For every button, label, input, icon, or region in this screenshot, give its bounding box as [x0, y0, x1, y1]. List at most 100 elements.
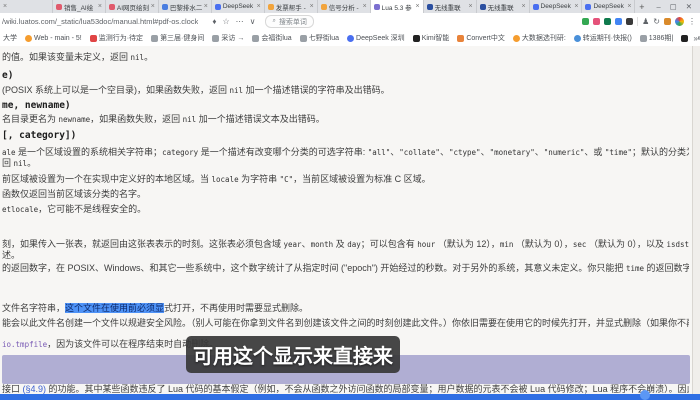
tab-favicon-icon [162, 4, 168, 10]
new-tab-button[interactable]: + [635, 0, 648, 13]
tab-close-icon[interactable]: × [574, 3, 578, 10]
text-segment: ，如果函数失败，返回 [90, 114, 183, 124]
menu-kebab-icon[interactable]: ⋮ [688, 17, 696, 26]
text-segment: 是一个区域设置的系统相关字符串； [16, 147, 163, 157]
text-segment: 及 [333, 239, 347, 249]
bookmark-item[interactable]: 七野街lua [300, 33, 339, 43]
bookmark-item[interactable]: 1386期| [640, 33, 673, 43]
address-bar: /wiki.luatos.com/_static/lua53doc/manual… [0, 13, 700, 31]
pin-icon[interactable]: ♦ [212, 17, 216, 26]
tab-close-icon[interactable]: × [416, 3, 420, 10]
sync-icon[interactable]: ↻ [653, 18, 660, 26]
extension-icon[interactable] [615, 18, 622, 25]
text-segment: 、 [481, 147, 490, 157]
text-segment: day [347, 240, 361, 249]
bookmark-item[interactable]: Convert中文 [457, 33, 505, 43]
tab-label: 销售_AI绘 [64, 2, 96, 12]
text-segment: year [284, 240, 302, 249]
tab-close-icon[interactable]: × [3, 3, 7, 10]
tab-close-icon[interactable]: × [468, 3, 472, 10]
content-line: ale 是一个区域设置的系统相关字符串；category 是一个描述有改变哪个分… [2, 147, 689, 158]
extension-icon[interactable] [604, 18, 611, 25]
tab-close-icon[interactable]: × [310, 3, 314, 10]
tab-favicon-icon [374, 4, 380, 10]
text-segment: nil [183, 115, 197, 124]
bookmark-item[interactable]: 会福街lua [252, 33, 291, 43]
text-segment: nil [230, 86, 244, 95]
chevron-down-icon[interactable]: ∨ [250, 17, 256, 26]
bookmark-item[interactable]: Kimi智能 [413, 33, 450, 43]
extension-icon[interactable] [626, 18, 633, 25]
tab-close-icon[interactable]: × [521, 3, 525, 10]
tab-favicon-icon [109, 4, 115, 10]
bookmark-item[interactable]: Web - main - 5! [25, 33, 82, 43]
tab-close-icon[interactable]: × [98, 3, 102, 10]
tab-close-icon[interactable]: × [151, 3, 155, 10]
tab-label: Lua 5.3 参 [382, 2, 414, 12]
url-text[interactable]: /wiki.luatos.com/_static/lua53doc/manual… [0, 17, 198, 26]
profile-avatar[interactable] [675, 17, 684, 26]
extension-icons [582, 18, 633, 25]
browser-tab[interactable]: 信号分析 -× [318, 0, 371, 13]
bookmark-favicon-icon [212, 35, 219, 42]
browser-tab[interactable]: DeepSeek× [212, 0, 265, 13]
more-actions-icon[interactable]: ⋯ [236, 17, 244, 26]
tab-close-icon[interactable]: × [204, 3, 208, 10]
browser-tab[interactable]: DeepSeek× [530, 0, 583, 13]
text-segment: 的功能。其中某些函数违反了 Lua 代码的基本假定（例如，不会从函数之外访问函数… [46, 384, 689, 394]
extension-icon[interactable] [582, 18, 589, 25]
extension-icon[interactable] [593, 18, 600, 25]
tab-label: 巴黎排水二. [170, 2, 202, 12]
tab-close-icon[interactable]: × [257, 3, 261, 10]
bookmark-item[interactable]: DeepSeek 深圳 [347, 33, 405, 43]
text-segment: 前区域被设置为一个在实现中定义好的本地区域。当 [2, 174, 212, 184]
browser-tab[interactable]: 发票帮手 -× [265, 0, 318, 13]
browser-tab[interactable]: 巴黎排水二.× [159, 0, 212, 13]
minimize-button-icon[interactable]: – [656, 2, 660, 11]
browser-tab[interactable]: DeepSeek× [582, 0, 635, 13]
bookmark-favicon-icon [347, 35, 354, 42]
window-controls: – ▢ ✕ [648, 0, 700, 13]
bookmark-lead-text[interactable]: 大学 [3, 33, 17, 43]
text-segment: ；可以包含有 [361, 239, 418, 249]
text-segment: sec [573, 240, 587, 249]
video-progress-knob[interactable] [640, 390, 650, 400]
inline-link[interactable]: io.tmpfile [2, 340, 47, 349]
tab-close-icon[interactable]: × [363, 3, 367, 10]
content-line: 的值。如果该变量未定义，返回 nil。 [2, 52, 689, 63]
tab-favicon-icon [427, 4, 433, 10]
inline-link[interactable]: (§4.9) [23, 384, 47, 394]
text-segment: "numeric" [544, 148, 585, 157]
maximize-button-icon[interactable]: ▢ [670, 2, 677, 11]
browser-tab[interactable]: 无线重联× [424, 0, 477, 13]
close-button-icon[interactable]: ✕ [686, 2, 692, 11]
bookmark-item[interactable]: 第三届·健身间 [151, 33, 204, 43]
video-progress-bar[interactable] [0, 394, 700, 400]
puzzle-extension-icon[interactable]: ♟ [642, 18, 649, 26]
scrollbar[interactable] [692, 46, 700, 394]
bookmark-item[interactable]: 大数据选刊研: [513, 33, 566, 43]
text-segment: "ctype" [449, 148, 481, 157]
text-segment: 加一个描述错误文本及出错码。 [196, 114, 325, 124]
tab-close-icon[interactable]: × [627, 3, 631, 10]
bookmark-favicon-icon [681, 35, 688, 42]
browser-tab[interactable]: 销售_AI绘× [53, 0, 106, 13]
content-line: 回 nil。 [2, 158, 689, 169]
bookmark-item[interactable]: 采访 → [212, 33, 244, 43]
briefcase-icon[interactable] [664, 18, 671, 25]
search-input[interactable]: ⌕ 搜索单词 [265, 15, 313, 28]
bookmark-label: 第三届·健身间 [160, 33, 204, 43]
browser-tab[interactable]: AI网页绘刻× [106, 0, 159, 13]
subtitle-text: 可用这个显示来直接来 [193, 340, 393, 369]
bookmark-item[interactable]: 监测行为·待定 [90, 33, 143, 43]
content-line: etlocale，它可能不是线程安全的。 [2, 204, 689, 215]
browser-tab[interactable]: 无线重联× [477, 0, 530, 13]
bookmark-label: 1386期| [649, 33, 673, 43]
bookmarks-overflow-chevron[interactable]: » [690, 30, 698, 46]
browser-tab[interactable]: × [0, 0, 53, 13]
browser-tab[interactable]: Lua 5.3 参× [371, 0, 424, 13]
text-segment: 、 [535, 147, 544, 157]
bookmark-star-icon[interactable]: ☆ [222, 17, 229, 26]
bookmark-item[interactable]: 转运期刊·快报() [574, 33, 632, 43]
text-segment: 、 [390, 147, 399, 157]
